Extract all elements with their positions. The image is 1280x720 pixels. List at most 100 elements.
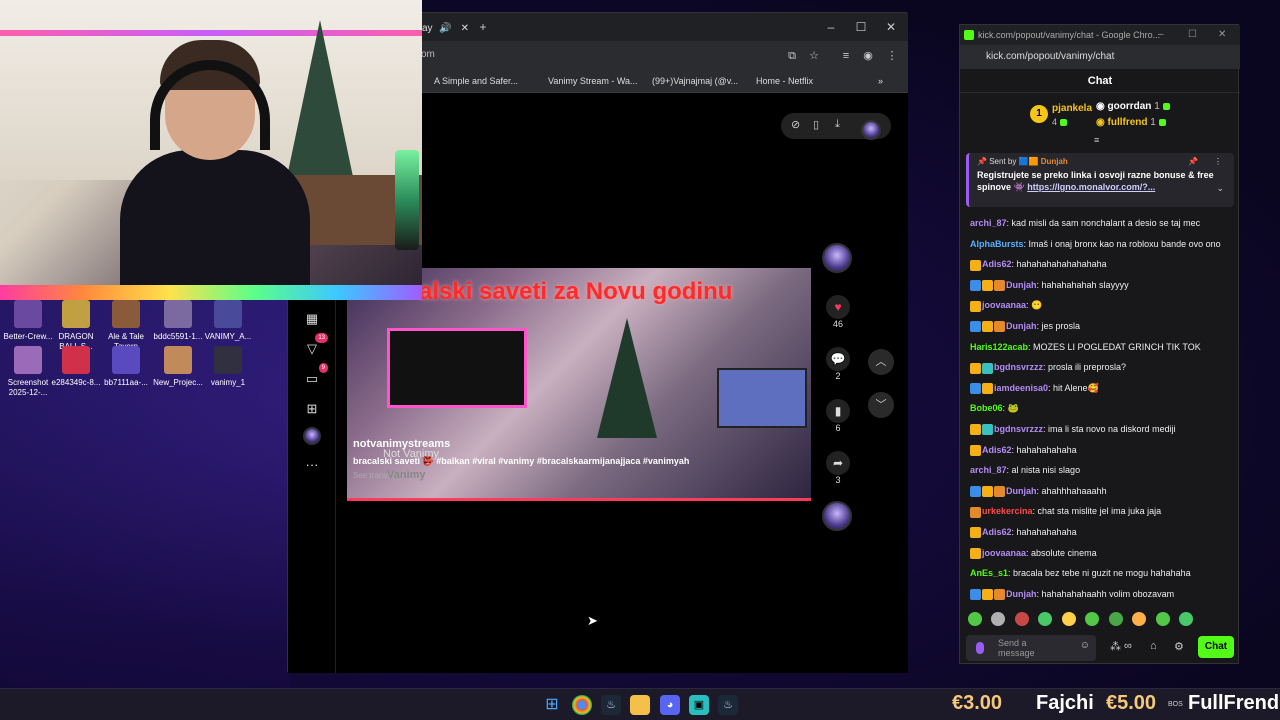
desktop-icon[interactable]: e284349c-8... <box>48 346 104 388</box>
desktop-icon[interactable]: New_Projec... <box>150 346 206 388</box>
install-icon[interactable]: ⧉ <box>784 48 800 64</box>
chat-username[interactable]: joovaanaa <box>982 548 1026 558</box>
emote-5[interactable] <box>1085 612 1100 626</box>
comment-button[interactable]: 💬 2 <box>826 347 850 381</box>
next-video-button[interactable]: ﹀ <box>868 392 894 418</box>
leader-2[interactable]: ◉ goorrdan 1 <box>1096 101 1170 112</box>
video-player[interactable]: alski saveti za Novu godinu notvanimystr… <box>347 268 811 501</box>
chat-username[interactable]: Dunjah <box>1006 321 1037 331</box>
previous-video-button[interactable]: ︿ <box>868 349 894 375</box>
menu-icon[interactable]: ⋮ <box>884 48 900 64</box>
pin-icon[interactable]: 📌 <box>1188 157 1198 166</box>
profile-icon[interactable]: ◉ <box>860 48 876 64</box>
share-button[interactable]: ➦ 3 <box>826 451 850 485</box>
chat-username[interactable]: Dunjah <box>1006 486 1037 496</box>
microphone-icon[interactable] <box>976 642 984 654</box>
bookmark-1[interactable]: Vanimy Stream - Wa... <box>536 76 638 86</box>
emote-4[interactable] <box>1061 612 1076 626</box>
chat-username[interactable]: urkekercina <box>982 506 1033 516</box>
windows-start-icon[interactable]: ⊞ <box>542 695 562 715</box>
chat-username[interactable]: AlphaBursts <box>970 239 1024 249</box>
like-button[interactable]: ♥ 46 <box>826 295 850 329</box>
emoji-picker-icon[interactable]: ☺ <box>1080 641 1090 651</box>
badge-icon <box>982 383 993 395</box>
chat-close-button[interactable]: ✕ <box>1218 25 1226 45</box>
chat-maximize-button[interactable]: ☐ <box>1188 25 1197 45</box>
create-icon[interactable]: ⊞ <box>302 399 322 419</box>
desktop-icon[interactable]: bb7111aa-... <box>98 346 154 388</box>
chat-url-bar[interactable]: kick.com/popout/vanimy/chat <box>960 45 1240 69</box>
steam-2-icon[interactable]: ♨ <box>718 695 738 715</box>
close-window-button[interactable]: ✕ <box>876 13 906 41</box>
chat-username[interactable]: bgdnsvrzzz <box>994 362 1043 372</box>
settings-gear-icon[interactable]: ⚙ <box>1174 640 1184 653</box>
phone-icon[interactable]: ▯ <box>813 118 819 131</box>
chat-username[interactable]: Adis62 <box>982 527 1012 537</box>
emote-6[interactable] <box>1108 612 1123 626</box>
save-button[interactable]: ▮ 6 <box>826 399 850 433</box>
emote-0[interactable] <box>968 612 982 626</box>
chat-minimize-button[interactable]: – <box>1158 25 1164 45</box>
emote-7[interactable] <box>1132 612 1147 626</box>
chrome-icon[interactable] <box>572 695 592 715</box>
more-bookmarks-icon[interactable]: » <box>878 76 883 86</box>
bookmark-3[interactable]: Home - Netflix <box>744 76 813 86</box>
emote-8[interactable] <box>1155 612 1170 626</box>
steam-icon[interactable]: ♨ <box>601 695 621 715</box>
infinity-icon[interactable]: ∞ <box>1124 640 1132 652</box>
desktop-icon[interactable]: DRAGON BALL S... <box>48 300 104 352</box>
creator-avatar[interactable] <box>822 243 852 273</box>
bookmark-0[interactable]: A Simple and Safer... <box>434 76 518 86</box>
desktop-icon-thumbnail <box>214 300 242 328</box>
star-icon[interactable]: ☆ <box>806 48 822 64</box>
chat-username[interactable]: Bobe06 <box>970 403 1003 413</box>
chat-username[interactable]: Dunjah <box>1006 589 1037 599</box>
chat-username[interactable]: joovaanaa <box>982 300 1026 310</box>
more-icon[interactable]: ··· <box>302 455 322 475</box>
chat-username[interactable]: Adis62 <box>982 259 1012 269</box>
capcut-icon[interactable]: ▣ <box>689 695 709 715</box>
active-tab[interactable]: ay 🔊 ✕ <box>422 17 472 41</box>
compass-icon[interactable]: ⊘ <box>791 118 800 131</box>
desktop-icon[interactable]: bddc5591-1... <box>150 300 206 342</box>
chevron-down-icon[interactable]: ⌄ <box>1216 183 1224 194</box>
notifications-icon[interactable]: ▽ 13 <box>302 333 328 359</box>
leader-3[interactable]: ◉ fullfrend 1 <box>1096 117 1166 128</box>
download-icon[interactable]: ⤓ <box>835 118 840 131</box>
bookmark-2[interactable]: (99+)Vajnajmaj (@v... <box>642 76 738 86</box>
minimize-button[interactable]: – <box>816 13 846 41</box>
store-icon[interactable]: ⌂ <box>1150 640 1157 652</box>
pinned-menu-icon[interactable]: ⋮ <box>1214 157 1222 166</box>
desktop-icon[interactable]: vanimy_1 <box>200 346 256 388</box>
chat-username[interactable]: archi_87 <box>970 218 1007 228</box>
profile-avatar-icon[interactable] <box>302 427 322 447</box>
emote-2[interactable] <box>1014 612 1029 626</box>
sound-avatar[interactable] <box>822 501 852 531</box>
send-chat-button[interactable]: Chat <box>1198 636 1234 658</box>
leader-1-name[interactable]: pjankela <box>1052 103 1092 114</box>
new-tab-button[interactable]: + <box>468 13 498 41</box>
video-progress-bar[interactable] <box>347 498 811 501</box>
expand-leaderboard-icon[interactable]: ≡ <box>1094 135 1099 145</box>
chat-username[interactable]: Dunjah <box>1006 280 1037 290</box>
discord-icon[interactable]: ◕ <box>660 695 680 715</box>
chat-username[interactable]: bgdnsvrzzz <box>994 424 1043 434</box>
emote-9[interactable] <box>1179 612 1194 626</box>
chat-message-input[interactable]: Send a message ☺ <box>966 635 1096 661</box>
pinned-link[interactable]: https://lgno.monalvor.com/?... <box>1027 182 1155 192</box>
stats-icon[interactable]: ▦ <box>302 309 322 329</box>
chat-username[interactable]: archi_87 <box>970 465 1007 475</box>
chat-username[interactable]: Adis62 <box>982 445 1012 455</box>
points-icon[interactable]: ⁂ <box>1110 640 1121 653</box>
media-icon[interactable]: ≡ <box>838 48 854 64</box>
desktop-icon[interactable]: Ale & Tale Tavern <box>98 300 154 352</box>
desktop-icon[interactable]: VANIMY_A... <box>200 300 256 342</box>
messages-icon[interactable]: ▭ 9 <box>302 363 328 389</box>
file-explorer-icon[interactable] <box>630 695 650 715</box>
chat-username[interactable]: AnEs_s1 <box>970 568 1008 578</box>
emote-3[interactable] <box>1038 612 1053 626</box>
chat-username[interactable]: iamdeenisa0 <box>994 383 1048 393</box>
emote-1[interactable] <box>991 612 1006 626</box>
chat-username[interactable]: Haris122acab <box>970 342 1028 352</box>
maximize-button[interactable]: ☐ <box>846 13 876 41</box>
